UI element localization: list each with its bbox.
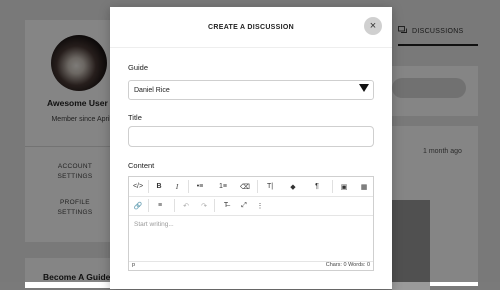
numbered-list-icon[interactable]: 1≡ bbox=[215, 177, 231, 196]
table-icon[interactable]: ▦ bbox=[357, 177, 371, 196]
char-count: Chars: 0 bbox=[325, 262, 347, 268]
more-options-icon[interactable]: ⋮ bbox=[255, 196, 265, 215]
close-icon: × bbox=[369, 20, 377, 32]
toolbar-separator bbox=[214, 199, 215, 212]
content-label: Content bbox=[128, 161, 155, 170]
title-label: Title bbox=[128, 113, 142, 122]
strikethrough-icon[interactable]: T̶ bbox=[219, 196, 233, 215]
modal-title: CREATE A DISCUSSION bbox=[208, 24, 294, 31]
italic-icon[interactable]: I bbox=[171, 177, 183, 196]
modal-divider bbox=[110, 47, 392, 48]
rich-text-editor: </> B I •≡ 1≡ ⌫ T| ◆ ¶ ▣ ▦ 🔗 ≡ ↶ ↷ T̶ ⤢ bbox=[128, 176, 374, 271]
guide-label: Guide bbox=[128, 63, 149, 72]
toolbar-separator bbox=[148, 180, 149, 193]
editor-status-bar: p Chars: 0 Words: 0 bbox=[129, 261, 373, 270]
toolbar-separator bbox=[148, 199, 149, 212]
clear-format-icon[interactable]: ⌫ bbox=[239, 177, 251, 196]
toolbar-separator bbox=[174, 199, 175, 212]
paragraph-icon[interactable]: ¶ bbox=[311, 177, 323, 196]
bold-icon[interactable]: B bbox=[153, 177, 165, 196]
guide-selected-value: Daniel Rice bbox=[134, 86, 170, 94]
font-size-icon[interactable]: T| bbox=[263, 177, 277, 196]
editor-toolbar-row-2: 🔗 ≡ ↶ ↷ T̶ ⤢ ⋮ bbox=[129, 196, 373, 216]
redo-icon[interactable]: ↷ bbox=[197, 196, 211, 215]
bullet-list-icon[interactable]: •≡ bbox=[192, 177, 208, 196]
word-count: Chars: 0 Words: 0 bbox=[326, 262, 370, 268]
code-icon[interactable]: </> bbox=[131, 177, 145, 196]
close-button[interactable]: × bbox=[364, 17, 382, 35]
editor-toolbar-row-1: </> B I •≡ 1≡ ⌫ T| ◆ ¶ ▣ ▦ bbox=[129, 177, 373, 197]
dropdown-arrow-icon bbox=[359, 84, 369, 92]
element-path[interactable]: p bbox=[132, 262, 135, 268]
editor-content-area[interactable]: Start writing... bbox=[129, 215, 373, 262]
image-icon[interactable]: ▣ bbox=[337, 177, 351, 196]
title-input[interactable] bbox=[128, 126, 374, 147]
toolbar-separator bbox=[332, 180, 333, 193]
undo-icon[interactable]: ↶ bbox=[179, 196, 193, 215]
text-color-icon[interactable]: ◆ bbox=[287, 177, 299, 196]
fullscreen-icon[interactable]: ⤢ bbox=[237, 196, 251, 215]
create-discussion-modal: CREATE A DISCUSSION × Guide Daniel Rice … bbox=[110, 7, 392, 289]
editor-placeholder: Start writing... bbox=[134, 221, 174, 228]
toolbar-separator bbox=[188, 180, 189, 193]
align-icon[interactable]: ≡ bbox=[153, 196, 167, 215]
words-count: Words: 0 bbox=[348, 262, 370, 268]
link-icon[interactable]: 🔗 bbox=[131, 196, 145, 215]
toolbar-separator bbox=[257, 180, 258, 193]
guide-select[interactable]: Daniel Rice bbox=[128, 80, 374, 100]
